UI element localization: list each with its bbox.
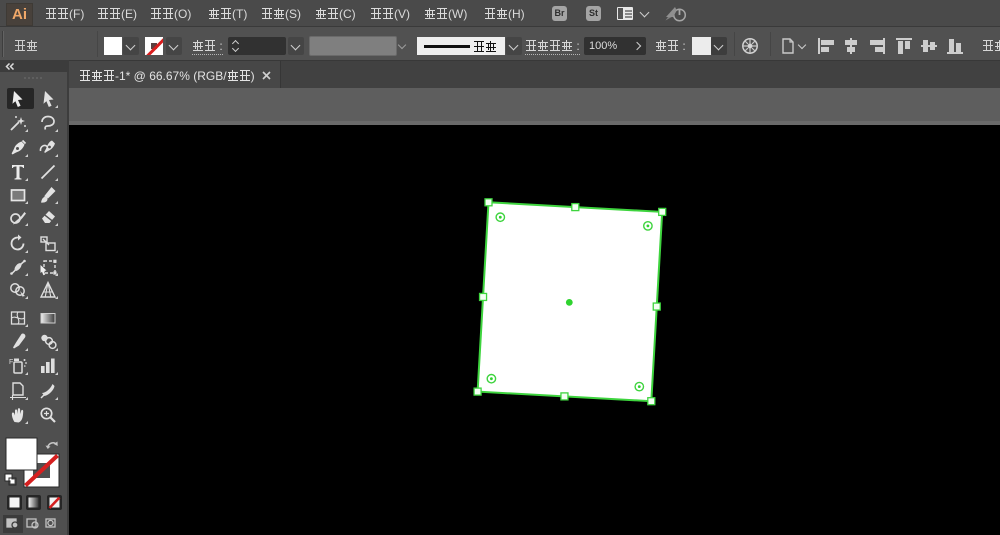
svg-text:F: F (9, 359, 13, 366)
